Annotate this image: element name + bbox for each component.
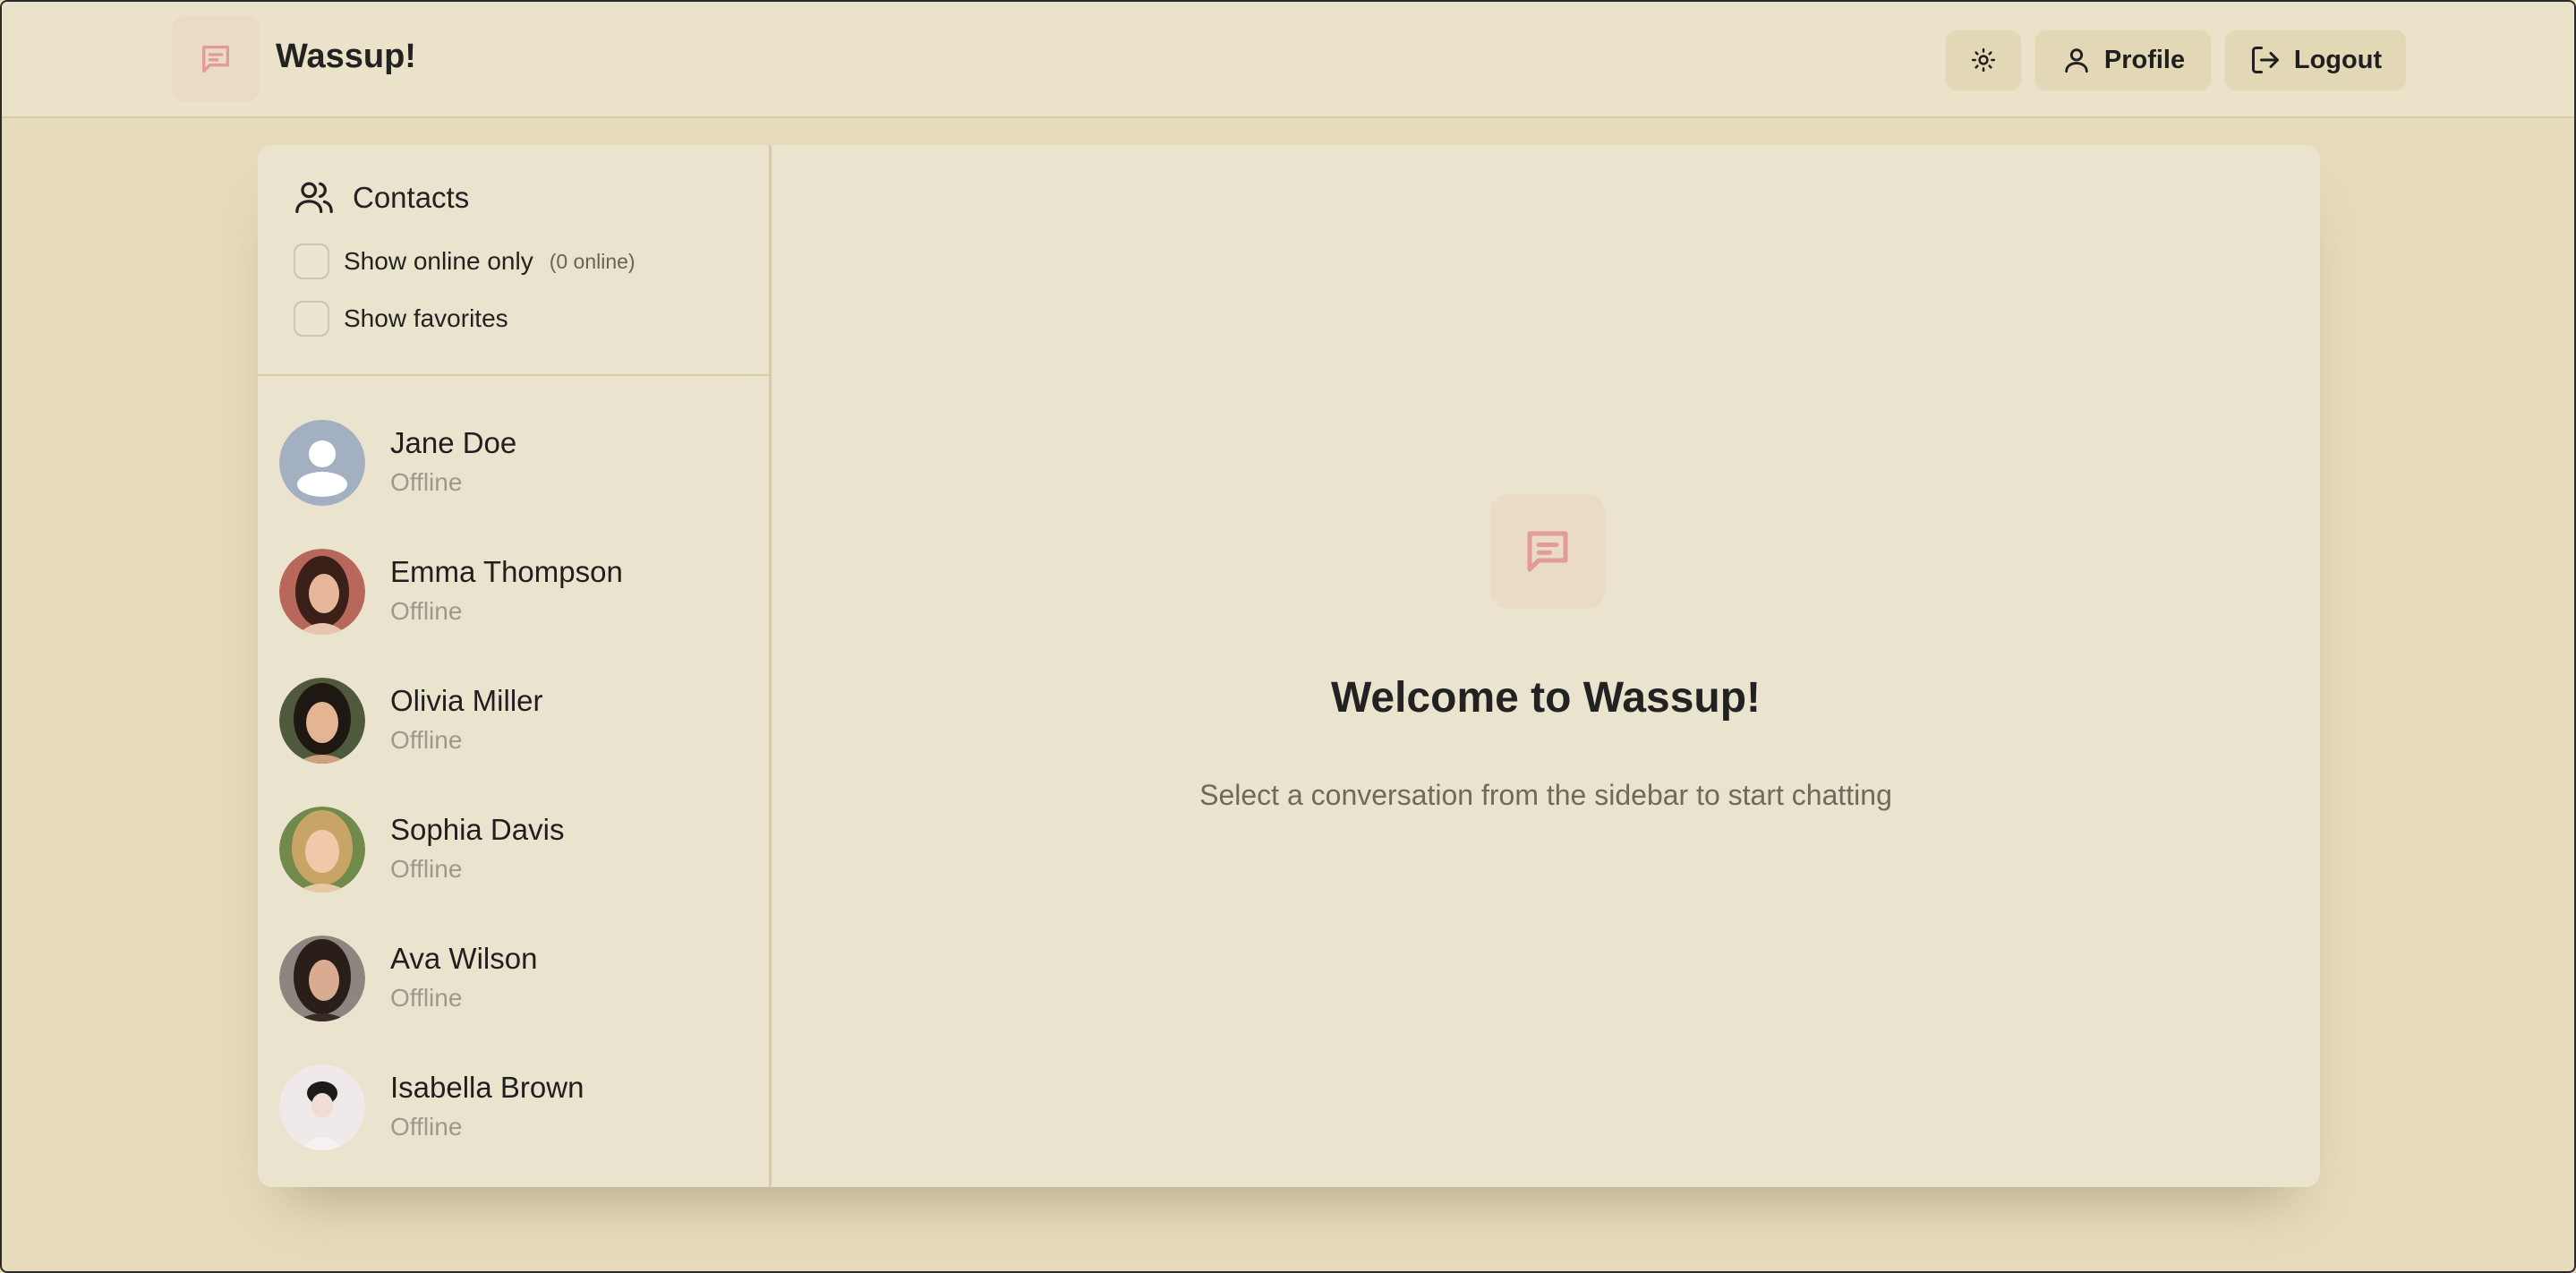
contact-item[interactable]: Olivia Miller Offline [279,671,754,770]
online-count: (0 online) [549,249,635,273]
logout-label: Logout [2293,45,2383,74]
chat-bubble-icon [1490,494,1605,609]
contact-name: Olivia Miller [390,684,543,717]
logout-icon [2251,47,2279,73]
profile-label: Profile [2103,45,2186,74]
contact-name: Jane Doe [390,426,517,459]
welcome-title: Welcome to Wassup! [1330,674,1761,722]
contact-item[interactable]: Ava Wilson Offline [279,929,754,1028]
contact-status: Offline [390,726,463,754]
chat-logo-icon[interactable] [172,16,260,102]
users-icon [295,182,333,213]
top-navbar: Wassup! Profile Logout [2,2,2574,118]
contact-status: Offline [390,1113,463,1141]
user-icon [2065,48,2088,73]
welcome-subtitle: Select a conversation from the sidebar t… [1199,779,1892,811]
contact-status: Offline [390,597,463,625]
contact-item[interactable]: Sophia Davis Offline [279,800,754,899]
avatar [279,549,365,635]
show-online-checkbox[interactable] [294,243,329,279]
contact-name: Ava Wilson [390,942,538,975]
sidebar-header: Contacts Show online only (0 online) Sho… [258,145,769,376]
contact-name: Emma Thompson [390,555,623,588]
show-online-label: Show online only [344,247,533,275]
avatar [279,936,365,1021]
contacts-heading: Contacts [294,177,469,218]
sun-icon [1971,47,1996,73]
show-favorites-label: Show favorites [344,304,508,332]
show-favorites-checkbox[interactable] [294,301,329,337]
app-title[interactable]: Wassup! [276,38,416,76]
contact-status: Offline [390,855,463,883]
chat-container: Contacts Show online only (0 online) Sho… [258,145,2320,1187]
avatar [279,807,365,893]
avatar [279,678,365,764]
contact-status: Offline [390,984,463,1012]
avatar [279,420,365,506]
contact-item[interactable]: Jane Doe Offline [279,414,754,512]
logout-button[interactable]: Logout [2225,30,2406,90]
contact-item[interactable]: Isabella Brown Offline [279,1058,754,1157]
contacts-title: Contacts [353,181,470,214]
contact-name: Sophia Davis [390,813,565,846]
profile-button[interactable]: Profile [2035,30,2211,90]
contacts-sidebar: Contacts Show online only (0 online) Sho… [258,145,772,1187]
welcome-panel: Welcome to Wassup! Select a conversation… [772,145,2320,1187]
show-favorites-filter[interactable]: Show favorites [294,301,508,337]
avatar [279,1064,365,1150]
show-online-filter[interactable]: Show online only (0 online) [294,243,635,279]
app-window: Wassup! Profile Logout Contacts Show onl… [0,0,2576,1273]
contact-item[interactable]: Emma Thompson Offline [279,543,754,641]
contact-status: Offline [390,468,463,496]
contact-name: Isabella Brown [390,1071,584,1104]
theme-toggle-button[interactable] [1946,30,2021,90]
